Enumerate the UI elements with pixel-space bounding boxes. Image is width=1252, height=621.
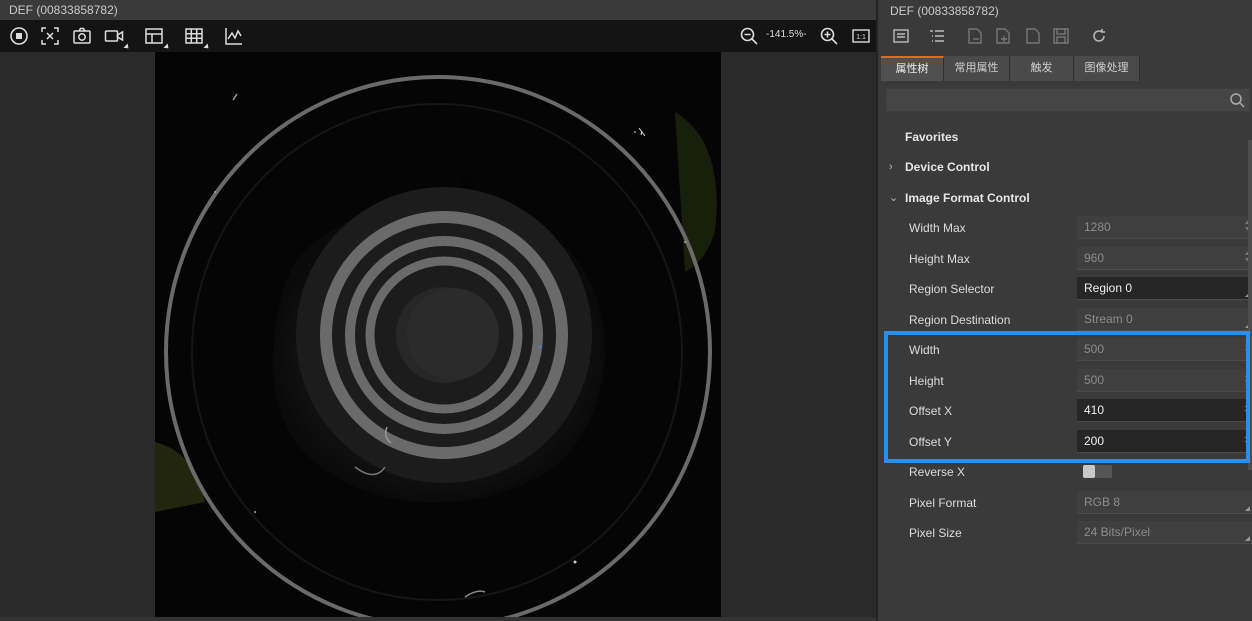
prop-offset-x: Offset X 410 bbox=[878, 396, 1252, 426]
prop-value: 500 bbox=[1084, 342, 1105, 356]
offset-x-field[interactable]: 410 bbox=[1077, 399, 1252, 422]
chevron-right-icon[interactable]: › bbox=[889, 162, 899, 173]
property-scrollbar[interactable] bbox=[1248, 140, 1252, 470]
grid-icon[interactable] bbox=[142, 24, 171, 51]
image-view-title: DEF (00833858782) bbox=[0, 0, 876, 20]
prop-label: Region Selector bbox=[909, 282, 995, 296]
prop-value: Region 0 bbox=[1084, 281, 1133, 295]
record-dropdown-caret-icon[interactable] bbox=[123, 43, 131, 51]
width-field: 500 bbox=[1077, 338, 1252, 361]
pixel-format-dropdown: RGB 8 bbox=[1077, 491, 1252, 514]
save-icon[interactable] bbox=[1052, 27, 1072, 47]
prop-offset-y: Offset Y 200 bbox=[878, 427, 1252, 457]
prop-value: 960 bbox=[1084, 251, 1105, 265]
offset-y-field[interactable]: 200 bbox=[1077, 430, 1252, 453]
prop-value: 500 bbox=[1084, 373, 1105, 387]
prop-label: Width bbox=[909, 343, 940, 357]
tree-group-image-format-control[interactable]: ⌄ Image Format Control bbox=[878, 183, 1252, 213]
prop-label: Region Destination bbox=[909, 313, 1011, 327]
export-config-icon[interactable] bbox=[994, 27, 1014, 47]
prop-pixel-format: Pixel Format RGB 8 bbox=[878, 488, 1252, 518]
actual-size-label: 1:1 bbox=[856, 34, 866, 41]
image-view-panel: DEF (00833858782) -141.5%- 1:1 bbox=[0, 0, 876, 621]
camera-image bbox=[155, 52, 721, 618]
property-tabs: 属性树 常用属性 触发 图像处理 bbox=[881, 56, 1140, 81]
height-max-field: 960 bbox=[1077, 247, 1252, 270]
tree-group-favorites[interactable]: Favorites bbox=[878, 122, 1252, 152]
prop-value: Stream 0 bbox=[1084, 312, 1133, 326]
property-search-input[interactable] bbox=[891, 91, 1225, 111]
prop-label: Offset Y bbox=[909, 435, 952, 449]
dropdown-corner-icon bbox=[1245, 506, 1250, 511]
bottom-ruler bbox=[0, 617, 876, 621]
chart-icon[interactable] bbox=[222, 24, 246, 48]
prop-label: Width Max bbox=[909, 221, 966, 235]
dropdown-corner-icon bbox=[1245, 536, 1250, 541]
zoom-level: -141.5%- bbox=[766, 29, 807, 40]
prop-label: Height bbox=[909, 374, 944, 388]
group-label: Image Format Control bbox=[905, 191, 1030, 205]
prop-reverse-x: Reverse X bbox=[878, 457, 1252, 487]
prop-label: Height Max bbox=[909, 252, 970, 266]
image-toolbar: -141.5%- 1:1 bbox=[0, 20, 876, 52]
prop-height-max: Height Max 960 bbox=[878, 244, 1252, 274]
search-icon[interactable] bbox=[1229, 92, 1245, 108]
file-icon[interactable] bbox=[1024, 27, 1044, 47]
snapshot-icon[interactable] bbox=[70, 24, 94, 48]
property-panel: DEF (00833858782) 属性树 常用属性 触发 图像处理 Favor… bbox=[876, 0, 1252, 621]
property-search bbox=[886, 88, 1250, 112]
stop-icon[interactable] bbox=[7, 24, 31, 48]
import-config-icon[interactable] bbox=[966, 27, 986, 47]
height-field: 500 bbox=[1077, 369, 1252, 392]
zoom-in-icon[interactable] bbox=[817, 24, 841, 48]
fit-icon[interactable] bbox=[38, 24, 62, 48]
prop-value: RGB 8 bbox=[1084, 495, 1121, 509]
prop-width-max: Width Max 1280 bbox=[878, 213, 1252, 243]
width-max-field: 1280 bbox=[1077, 216, 1252, 239]
toggle-knob bbox=[1083, 465, 1095, 478]
reverse-x-toggle[interactable] bbox=[1083, 465, 1112, 478]
tree-group-device-control[interactable]: › Device Control bbox=[878, 152, 1252, 182]
region-selector-dropdown[interactable]: Region 0 bbox=[1077, 277, 1252, 300]
refresh-icon[interactable] bbox=[1090, 27, 1110, 47]
tab-trigger[interactable]: 触发 bbox=[1010, 56, 1074, 81]
tab-property-tree[interactable]: 属性树 bbox=[881, 56, 944, 81]
prop-width: Width 500 bbox=[878, 335, 1252, 365]
zoom-out-icon[interactable] bbox=[737, 24, 761, 48]
record-icon[interactable] bbox=[102, 24, 131, 51]
pixel-size-dropdown: 24 Bits/Pixel bbox=[1077, 521, 1252, 544]
prop-value: 410 bbox=[1084, 403, 1105, 417]
tab-common-properties[interactable]: 常用属性 bbox=[944, 56, 1010, 81]
prop-region-destination: Region Destination Stream 0 bbox=[878, 305, 1252, 335]
property-panel-title: DEF (00833858782) bbox=[890, 4, 999, 18]
prop-label: Offset X bbox=[909, 404, 953, 418]
prop-label: Pixel Format bbox=[909, 496, 977, 510]
table-icon[interactable] bbox=[182, 24, 211, 51]
prop-value: 1280 bbox=[1084, 220, 1111, 234]
tree-view-icon[interactable] bbox=[928, 27, 948, 47]
actual-size-button[interactable]: 1:1 bbox=[849, 24, 873, 48]
prop-label: Reverse X bbox=[909, 465, 966, 479]
region-destination-dropdown: Stream 0 bbox=[1077, 308, 1252, 331]
table-dropdown-caret-icon[interactable] bbox=[203, 43, 211, 51]
tab-image-processing[interactable]: 图像处理 bbox=[1074, 56, 1140, 81]
prop-value: 200 bbox=[1084, 434, 1105, 448]
prop-pixel-size: Pixel Size 24 Bits/Pixel bbox=[878, 518, 1252, 548]
group-label: Favorites bbox=[905, 130, 959, 144]
chevron-down-icon[interactable]: ⌄ bbox=[889, 193, 899, 204]
prop-label: Pixel Size bbox=[909, 526, 962, 540]
property-toolbar bbox=[878, 22, 1252, 52]
prop-region-selector: Region Selector Region 0 bbox=[878, 274, 1252, 304]
image-viewport[interactable] bbox=[0, 52, 876, 621]
prop-height: Height 500 bbox=[878, 366, 1252, 396]
device-list-icon[interactable] bbox=[892, 27, 912, 47]
group-label: Device Control bbox=[905, 160, 990, 174]
prop-value: 24 Bits/Pixel bbox=[1084, 525, 1151, 539]
grid-dropdown-caret-icon[interactable] bbox=[163, 43, 171, 51]
